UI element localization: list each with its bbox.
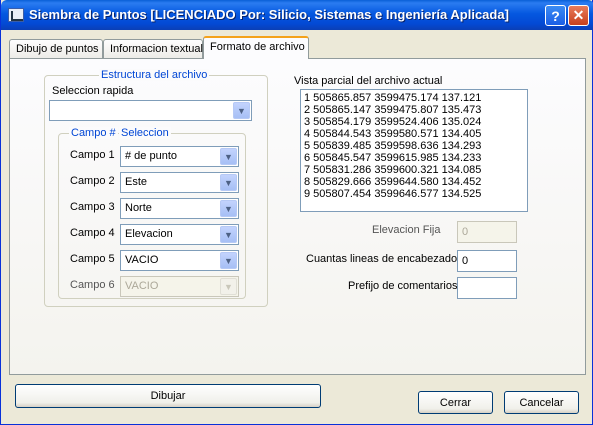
- chevron-down-icon[interactable]: ▼: [233, 102, 250, 119]
- dialog-window: Siembra de Puntos [LICENCIADO Por: Silic…: [0, 0, 593, 425]
- campo-5-label: Campo 5: [70, 253, 115, 265]
- tab-formato-de-archivo[interactable]: Formato de archivo: [203, 36, 309, 59]
- list-item: 9 505807.454 3599646.577 134.525: [304, 188, 482, 200]
- cerrar-button[interactable]: Cerrar: [418, 391, 493, 414]
- campo-1-value: # de punto: [125, 150, 177, 162]
- encabezado-input[interactable]: 0: [457, 250, 517, 272]
- chevron-down-icon: ▼: [220, 278, 237, 295]
- campo-4-value: Elevacion: [125, 228, 173, 240]
- estructura-group-title: Estructura del archivo: [99, 69, 210, 81]
- campo-6-value: VACIO: [125, 280, 159, 292]
- list-item: 4 505844.543 3599580.571 134.405: [304, 128, 482, 140]
- campo-1-label: Campo 1: [70, 149, 115, 161]
- help-button[interactable]: ?: [545, 5, 566, 26]
- list-item: 6 505845.547 3599615.985 134.233: [304, 152, 482, 164]
- list-item: 3 505854.179 3599524.406 135.024: [304, 116, 482, 128]
- elevacion-fija-value: 0: [462, 226, 469, 238]
- close-window-button[interactable]: ✕: [568, 5, 589, 26]
- campo-2-combo[interactable]: Este ▼: [120, 172, 239, 193]
- list-item: 7 505831.286 3599600.321 134.085: [304, 164, 482, 176]
- cancelar-button[interactable]: Cancelar: [504, 391, 579, 414]
- window-title: Siembra de Puntos [LICENCIADO Por: Silic…: [29, 7, 509, 22]
- seleccion-header: Seleccion: [119, 127, 171, 139]
- campo-5-value: VACIO: [125, 254, 159, 266]
- chevron-down-icon[interactable]: ▼: [220, 252, 237, 269]
- elevacion-fija-label: Elevacion Fija: [372, 224, 441, 236]
- campo-2-label: Campo 2: [70, 175, 115, 187]
- vista-parcial-label: Vista parcial del archivo actual: [294, 75, 443, 87]
- tab-informacion-textual[interactable]: Informacion textual: [103, 39, 203, 59]
- chevron-down-icon[interactable]: ▼: [220, 226, 237, 243]
- campo-2-value: Este: [125, 176, 148, 188]
- elevacion-fija-input: 0: [457, 221, 517, 243]
- tab-dibujo-de-puntos[interactable]: Dibujo de puntos: [9, 39, 103, 59]
- seleccion-rapida-label: Seleccion rapida: [52, 85, 134, 97]
- list-item: 2 505865.147 3599475.807 135.473: [304, 104, 482, 116]
- campo-6-combo: VACIO ▼: [120, 276, 239, 297]
- chevron-down-icon[interactable]: ▼: [220, 148, 237, 165]
- app-icon: [8, 8, 24, 22]
- campo-4-label: Campo 4: [70, 227, 115, 239]
- prefijo-label: Prefijo de comentarios: [348, 280, 458, 292]
- seleccion-rapida-combo[interactable]: ▼: [49, 100, 252, 121]
- vista-parcial-listbox[interactable]: 1 505865.857 3599475.174 137.121 2 50586…: [300, 89, 528, 212]
- encabezado-label: Cuantas lineas de encabezado: [306, 253, 458, 265]
- campo-3-value: Norte: [125, 202, 152, 214]
- list-item: 5 505839.485 3599598.636 134.293: [304, 140, 482, 152]
- campo-6-label: Campo 6: [70, 279, 115, 291]
- list-item: 1 505865.857 3599475.174 137.121: [304, 92, 482, 104]
- tab-panel-formato: Estructura del archivo Seleccion rapida …: [9, 58, 586, 375]
- prefijo-input[interactable]: [457, 277, 517, 299]
- dibujar-button[interactable]: Dibujar: [15, 384, 321, 408]
- chevron-down-icon[interactable]: ▼: [220, 174, 237, 191]
- campo-4-combo[interactable]: Elevacion ▼: [120, 224, 239, 245]
- title-bar[interactable]: Siembra de Puntos [LICENCIADO Por: Silic…: [1, 0, 593, 30]
- chevron-down-icon[interactable]: ▼: [220, 200, 237, 217]
- campo-5-combo[interactable]: VACIO ▼: [120, 250, 239, 271]
- campo-3-combo[interactable]: Norte ▼: [120, 198, 239, 219]
- campo-3-label: Campo 3: [70, 201, 115, 213]
- campo-1-combo[interactable]: # de punto ▼: [120, 146, 239, 167]
- encabezado-value: 0: [462, 255, 469, 267]
- campo-header: Campo #: [69, 127, 118, 139]
- list-item: 8 505829.666 3599644.580 134.452: [304, 176, 482, 188]
